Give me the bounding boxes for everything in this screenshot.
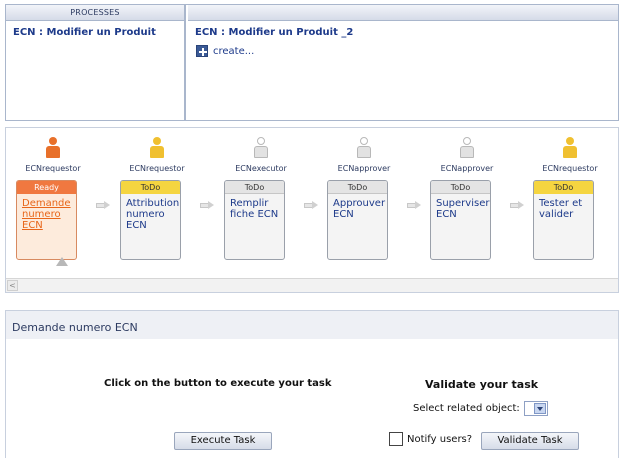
step-card[interactable]: ToDo Attribution numero ECN [120, 180, 181, 260]
workflow-step: ECNapprover ToDo Approuver ECN [327, 136, 401, 260]
step-task-line: ECN [126, 220, 147, 231]
horizontal-scrollbar[interactable]: < [6, 278, 618, 292]
step-task-line: Tester et [539, 198, 583, 209]
user-icon [356, 136, 372, 160]
execute-task-button[interactable]: Execute Task [174, 432, 272, 450]
arrow-right-icon [304, 201, 318, 210]
step-task-line: Superviser [436, 198, 490, 209]
step-role: ECNexecutor [235, 164, 287, 173]
step-card[interactable]: ToDo Superviser ECN [430, 180, 491, 260]
step-task-line: Attribution [126, 198, 180, 209]
step-task-line: Remplir [230, 198, 269, 209]
related-object-select[interactable] [523, 401, 548, 416]
step-role: ECNapprover [337, 164, 391, 173]
arrow-right-icon [96, 201, 110, 210]
execute-instructions: Click on the button to execute your task [104, 378, 332, 389]
workflow-panel: ECNrequestor Ready Demande numero ECN ECNrequ… [5, 127, 619, 293]
step-task-line: Demande [22, 198, 71, 209]
step-task-link[interactable]: Tester et valider [534, 194, 593, 220]
process-item-modifier-produit[interactable]: ECN : Modifier un Produit [6, 21, 184, 38]
processes-list: PROCESSES ECN : Modifier un Produit [6, 5, 186, 120]
step-task-link[interactable]: Superviser ECN [431, 194, 490, 220]
step-task-line: valider [539, 209, 574, 220]
step-task-line: fiche ECN [230, 209, 279, 220]
workflow-steps: ECNrequestor Ready Demande numero ECN ECNrequ… [6, 128, 618, 278]
create-instance-row[interactable]: create... [188, 38, 618, 57]
workflow-step: ECNrequestor ToDo Attribution numero ECN [120, 136, 194, 260]
step-task-line: numero [126, 209, 165, 220]
step-task-line: Approuver [333, 198, 386, 209]
step-task-line: ECN [436, 209, 457, 220]
current-step-marker-icon [56, 257, 68, 266]
step-status-badge: ToDo [121, 181, 180, 194]
step-task-link[interactable]: Attribution numero ECN [121, 194, 180, 231]
notify-users-row: Notify users? [389, 432, 472, 446]
workflow-step: ECNrequestor ToDo Tester et valider [533, 136, 607, 260]
process-instance-title[interactable]: ECN : Modifier un Produit _2 [188, 21, 618, 38]
arrow-right-icon [200, 201, 214, 210]
validate-task-button[interactable]: Validate Task [481, 432, 579, 450]
user-icon [149, 136, 165, 160]
chevron-down-icon[interactable] [533, 403, 546, 414]
step-task-link[interactable]: Remplir fiche ECN [225, 194, 284, 220]
step-task-line: ECN [22, 220, 43, 231]
step-status-badge: ToDo [328, 181, 387, 194]
step-role: ECNrequestor [129, 164, 185, 173]
user-icon [45, 136, 61, 160]
plus-icon[interactable] [196, 45, 208, 57]
related-object-label: Select related object: [413, 403, 520, 414]
arrow-right-icon [510, 201, 524, 210]
step-role: ECNapprover [440, 164, 494, 173]
validate-title: Validate your task [425, 378, 539, 391]
workflow-step: ECNrequestor Ready Demande numero ECN [16, 136, 90, 260]
related-object-row: Select related object: [413, 401, 548, 416]
step-status-badge: ToDo [534, 181, 593, 194]
create-link[interactable]: create... [213, 46, 254, 57]
step-status-badge: Ready [17, 181, 76, 194]
step-card[interactable]: ToDo Approuver ECN [327, 180, 388, 260]
processes-header: PROCESSES [6, 5, 184, 21]
step-task-link[interactable]: Approuver ECN [328, 194, 387, 220]
task-form-header: Demande numero ECN [6, 311, 618, 339]
workflow-step: ECNexecutor ToDo Remplir fiche ECN [224, 136, 298, 260]
step-card[interactable]: ToDo Remplir fiche ECN [224, 180, 285, 260]
notify-users-label: Notify users? [407, 433, 473, 445]
workflow-step: ECNapprover ToDo Superviser ECN [430, 136, 504, 260]
notify-users-checkbox[interactable] [389, 432, 403, 446]
user-icon [562, 136, 578, 160]
step-role: ECNrequestor [25, 164, 81, 173]
processes-panel: PROCESSES ECN : Modifier un Produit ECN … [5, 4, 619, 121]
process-detail-header [188, 5, 618, 21]
step-card[interactable]: ToDo Tester et valider [533, 180, 594, 260]
step-status-badge: ToDo [431, 181, 490, 194]
step-status-badge: ToDo [225, 181, 284, 194]
scroll-left-icon[interactable]: < [7, 280, 18, 291]
arrow-right-icon [407, 201, 421, 210]
step-task-line: ECN [333, 209, 354, 220]
step-task-link[interactable]: Demande numero ECN [17, 194, 76, 231]
user-icon [253, 136, 269, 160]
task-form-panel: Demande numero ECN Click on the button t… [5, 310, 619, 458]
step-card[interactable]: Ready Demande numero ECN [16, 180, 77, 260]
process-detail: ECN : Modifier un Produit _2 create... [188, 21, 618, 120]
step-role: ECNrequestor [542, 164, 598, 173]
user-icon [459, 136, 475, 160]
step-task-line: numero [22, 209, 61, 220]
